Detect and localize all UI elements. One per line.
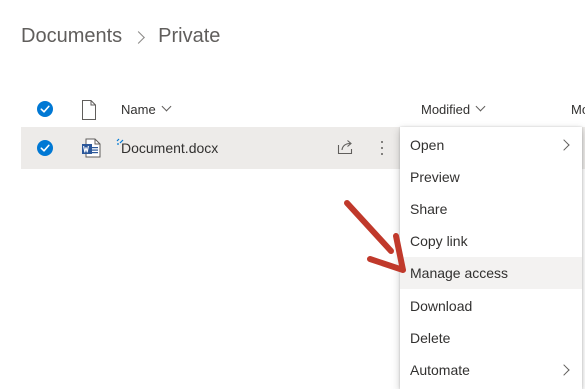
annotation-arrow-icon — [344, 200, 406, 273]
more-options-icon[interactable] — [374, 138, 390, 158]
row-checkbox[interactable] — [37, 140, 53, 156]
column-header-modified-label: Modified — [421, 102, 471, 117]
menu-item-delete[interactable]: Delete — [400, 322, 582, 354]
chevron-right-icon — [558, 139, 570, 151]
list-header: Name Modified Mo — [21, 94, 585, 126]
share-icon[interactable] — [337, 139, 355, 160]
chevron-right-icon — [132, 30, 146, 44]
file-name-link[interactable]: Document.docx — [121, 140, 218, 156]
menu-item-label: Open — [410, 137, 445, 153]
breadcrumb-documents[interactable]: Documents — [21, 25, 122, 48]
file-type-icon — [81, 100, 97, 125]
column-header-name[interactable]: Name — [121, 101, 172, 117]
menu-item-share[interactable]: Share — [400, 193, 582, 225]
breadcrumb-private[interactable]: Private — [158, 25, 220, 48]
menu-item-open[interactable]: Open — [400, 129, 582, 161]
column-header-name-label: Name — [121, 102, 156, 117]
menu-item-label: Delete — [410, 330, 451, 346]
checkmark-icon — [40, 144, 50, 152]
column-header-modified[interactable]: Modified — [421, 101, 486, 117]
select-all-checkbox[interactable] — [37, 101, 53, 117]
menu-item-label: Share — [410, 201, 448, 217]
breadcrumb: Documents Private — [21, 20, 220, 52]
chevron-down-icon — [475, 101, 486, 112]
menu-item-label: Preview — [410, 169, 460, 185]
chevron-right-icon — [558, 364, 570, 376]
menu-item-copy-link[interactable]: Copy link — [400, 225, 582, 257]
checkmark-icon — [40, 105, 50, 113]
menu-item-download[interactable]: Download — [400, 290, 582, 322]
menu-item-label: Manage access — [410, 265, 509, 281]
menu-item-label: Download — [410, 298, 473, 314]
menu-item-label: Automate — [410, 362, 470, 378]
column-header-modified-by[interactable]: Mo — [571, 102, 585, 117]
context-menu: Open Preview Share Copy link Manage acce… — [400, 127, 582, 389]
menu-item-automate[interactable]: Automate — [400, 354, 582, 386]
chevron-down-icon — [161, 101, 172, 112]
menu-item-manage-access[interactable]: Manage access — [400, 257, 582, 289]
menu-item-label: Copy link — [410, 233, 468, 249]
word-document-icon — [81, 138, 101, 163]
menu-item-preview[interactable]: Preview — [400, 161, 582, 193]
